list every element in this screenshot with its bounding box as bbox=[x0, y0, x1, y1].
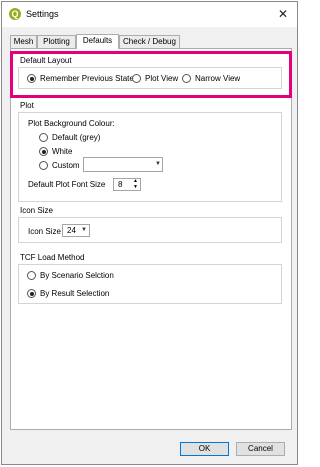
icon-size-combo[interactable]: 24 ▼ bbox=[62, 224, 90, 237]
close-icon[interactable]: ✕ bbox=[275, 6, 291, 22]
window-title: Settings bbox=[26, 9, 59, 19]
font-size-spinbox[interactable]: 8 ▲ ▼ bbox=[113, 178, 141, 191]
plot-view-label: Plot View bbox=[145, 74, 179, 83]
tcf-load-group bbox=[18, 264, 282, 304]
background-custom-radio[interactable] bbox=[39, 161, 48, 170]
by-result-selection-label: By Result Selection bbox=[40, 289, 110, 298]
custom-color-picker[interactable]: ▼ bbox=[83, 157, 163, 172]
icon-size-group-title: Icon Size bbox=[20, 206, 53, 215]
font-size-value: 8 bbox=[118, 180, 123, 189]
tab-plotting[interactable]: Plotting bbox=[37, 35, 76, 48]
background-white-label: White bbox=[52, 147, 73, 156]
defaults-panel: Default Layout Remember Previous State P… bbox=[10, 48, 292, 430]
background-white-radio[interactable] bbox=[39, 147, 48, 156]
default-layout-title: Default Layout bbox=[20, 56, 72, 65]
tab-defaults[interactable]: Defaults bbox=[76, 34, 119, 49]
tab-check-debug[interactable]: Check / Debug bbox=[119, 35, 180, 48]
tcf-load-group-title: TCF Load Method bbox=[20, 253, 85, 262]
plot-view-radio[interactable] bbox=[132, 74, 141, 83]
spin-down-icon[interactable]: ▼ bbox=[133, 184, 138, 190]
title-bar: Q Settings ✕ bbox=[2, 2, 297, 27]
plot-group-title: Plot bbox=[20, 101, 34, 110]
settings-dialog: Q Settings ✕ Mesh Plotting Defaults Chec… bbox=[1, 1, 298, 465]
background-default-label: Default (grey) bbox=[52, 133, 101, 142]
tab-mesh[interactable]: Mesh bbox=[10, 35, 37, 48]
ok-button[interactable]: OK bbox=[180, 442, 229, 456]
cancel-button[interactable]: Cancel bbox=[236, 442, 285, 456]
chevron-down-icon: ▼ bbox=[155, 161, 161, 167]
by-result-selection-radio[interactable] bbox=[27, 289, 36, 298]
chevron-down-icon: ▼ bbox=[81, 227, 87, 233]
narrow-view-radio[interactable] bbox=[182, 74, 191, 83]
plot-background-label: Plot Background Colour: bbox=[28, 119, 115, 128]
font-size-label: Default Plot Font Size bbox=[28, 180, 106, 189]
by-scenario-selection-radio[interactable] bbox=[27, 271, 36, 280]
remember-previous-state-radio[interactable] bbox=[27, 74, 36, 83]
background-custom-label: Custom bbox=[52, 161, 80, 170]
icon-size-value: 24 bbox=[67, 226, 76, 235]
narrow-view-label: Narrow View bbox=[195, 74, 241, 83]
remember-previous-state-label: Remember Previous State bbox=[40, 74, 134, 83]
background-default-radio[interactable] bbox=[39, 133, 48, 142]
icon-size-label: Icon Size bbox=[28, 227, 61, 236]
by-scenario-selection-label: By Scenario Selction bbox=[40, 271, 114, 280]
qgis-app-icon: Q bbox=[9, 8, 21, 20]
